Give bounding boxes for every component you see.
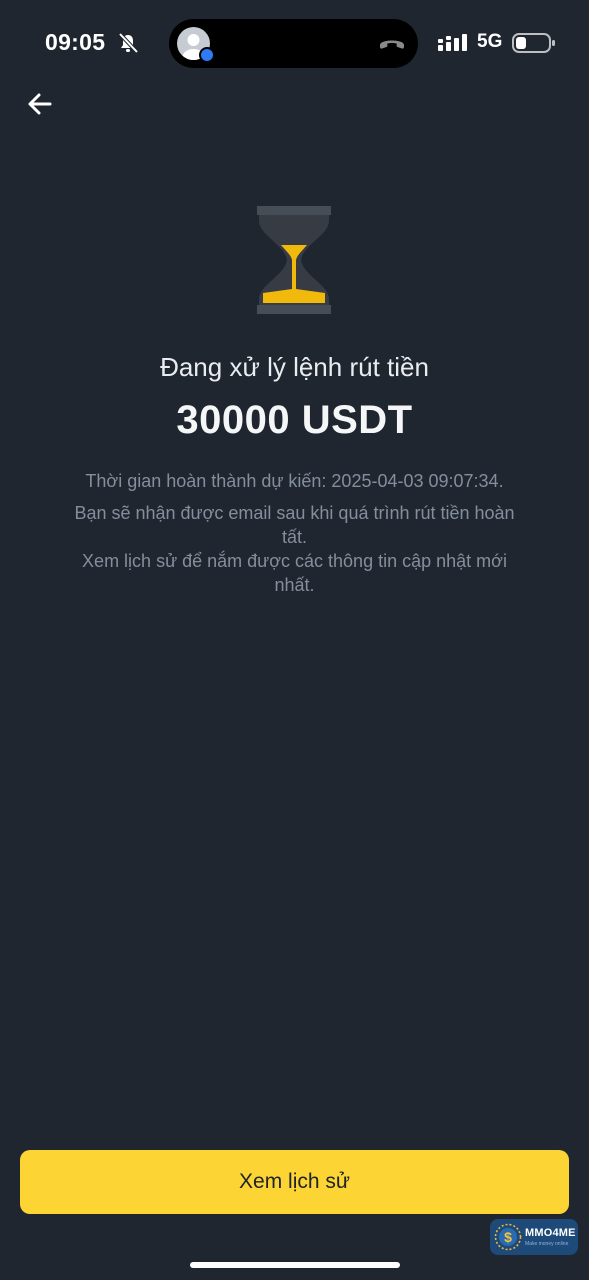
view-history-button[interactable]: Xem lịch sử [20, 1150, 569, 1214]
bell-muted-icon [118, 32, 139, 54]
battery-icon [512, 33, 555, 53]
dynamic-island[interactable] [169, 19, 418, 68]
back-arrow-icon [28, 93, 52, 115]
withdrawal-amount: 30000 USDT [176, 398, 413, 442]
signal-icon [438, 34, 467, 51]
home-indicator[interactable] [190, 1262, 400, 1268]
watermark-text: MMO4ME [525, 1227, 576, 1239]
back-button[interactable] [24, 88, 58, 120]
email-notice-text: Bạn sẽ nhận được email sau khi quá trình… [74, 503, 515, 547]
svg-text:$: $ [504, 1229, 512, 1245]
status-time: 09:05 [45, 29, 106, 55]
phone-hangup-icon[interactable] [378, 33, 406, 53]
watermark-tagline: Make money online [525, 1241, 569, 1247]
page-title: Đang xử lý lệnh rút tiền [160, 352, 429, 382]
call-badge [199, 47, 215, 63]
history-hint-text: Xem lịch sử để nắm được các thông tin cậ… [82, 551, 507, 595]
hourglass-icon [257, 206, 331, 314]
estimated-completion-text: Thời gian hoàn thành dự kiến: 2025-04-03… [85, 471, 504, 491]
dollar-coin-icon: $ [494, 1223, 522, 1251]
watermark-logo: $ MMO4ME Make money online [490, 1219, 578, 1255]
network-label: 5G [477, 31, 503, 52]
